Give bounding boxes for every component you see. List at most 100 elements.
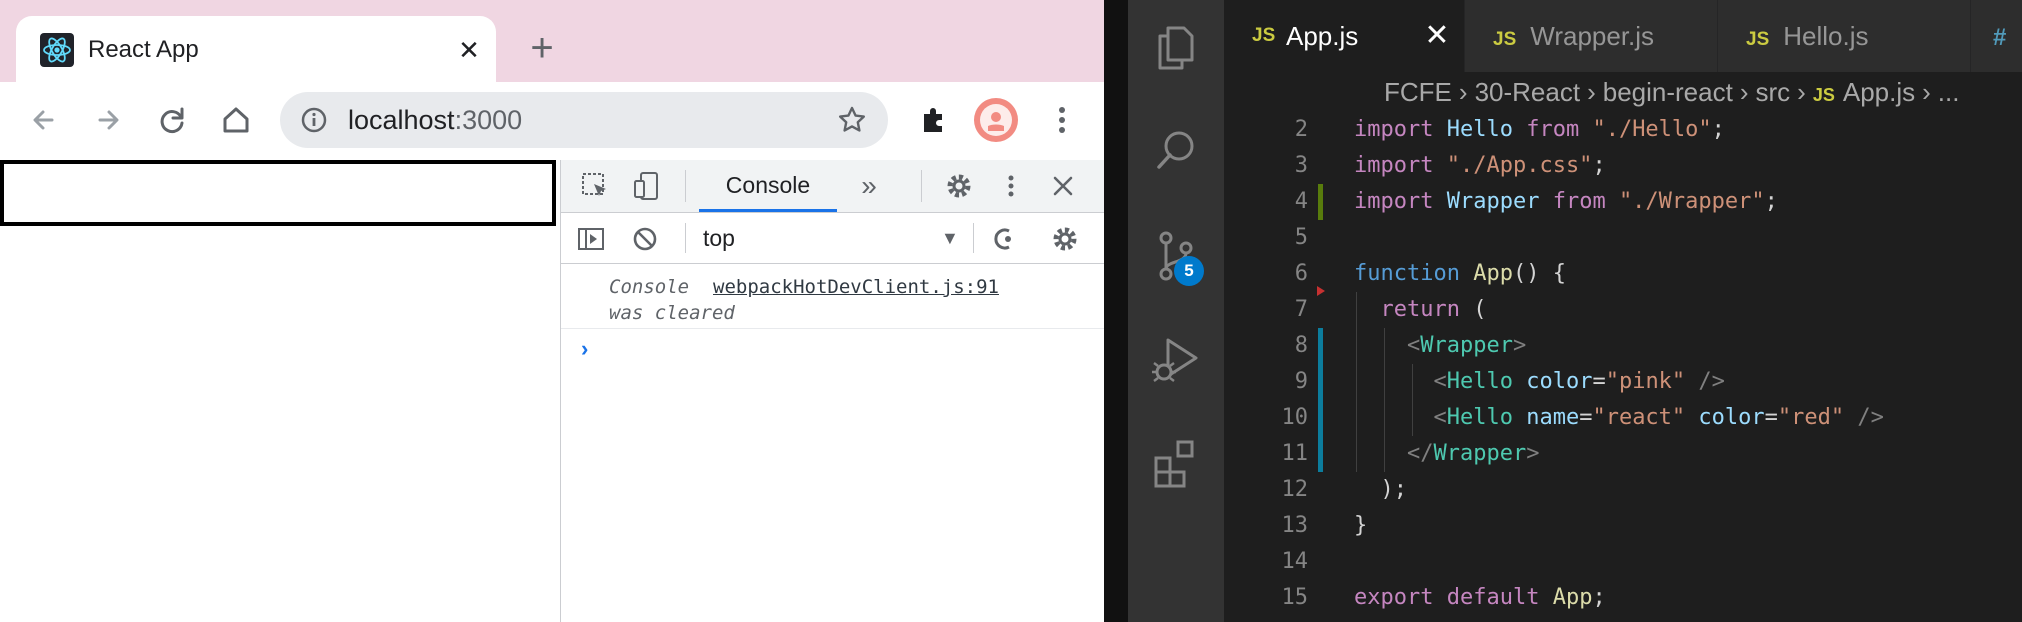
activity-bar: 5	[1128, 0, 1224, 622]
token: "pink"	[1605, 369, 1686, 394]
line-number: 11	[1281, 441, 1309, 466]
reload-icon[interactable]	[150, 98, 194, 142]
tab-label: App.js	[1286, 21, 1359, 51]
profile-avatar[interactable]	[972, 96, 1020, 144]
line-number: 7	[1294, 297, 1308, 322]
chevron-right-icon: ›	[1458, 77, 1468, 107]
breadcrumb-item[interactable]: 30-React	[1475, 77, 1581, 107]
info-icon[interactable]	[300, 106, 328, 134]
line-number: 13	[1281, 513, 1309, 538]
token: =	[1579, 405, 1593, 430]
token: >	[1512, 333, 1527, 358]
code-editor[interactable]: 2 import Hello from "./Hello"; 3 import …	[1224, 112, 2022, 622]
token: import	[1354, 189, 1434, 214]
settings-gear-icon[interactable]	[943, 170, 975, 202]
tab-close-icon[interactable]: ✕	[452, 33, 486, 67]
token: () {	[1512, 261, 1566, 286]
clear-console-icon[interactable]	[629, 223, 661, 255]
breadcrumb-item[interactable]: ...	[1938, 77, 1960, 107]
token: <	[1433, 369, 1447, 394]
console-prompt-icon[interactable]: ›	[581, 336, 588, 362]
token: ;	[1592, 585, 1606, 610]
tab-hello-js[interactable]: JS Hello.js	[1718, 0, 1970, 72]
url-text: localhost:3000	[348, 92, 522, 148]
page-viewport	[0, 160, 560, 622]
console-suffix: was cleared	[609, 302, 735, 324]
token: Wrapper	[1420, 333, 1513, 358]
tab-css-file[interactable]: #	[1971, 0, 2022, 72]
home-icon[interactable]	[214, 98, 258, 142]
device-toolbar-icon[interactable]	[631, 170, 663, 202]
wrapper-box	[0, 160, 556, 226]
token: Hello	[1446, 117, 1513, 142]
line-number: 2	[1294, 117, 1308, 142]
close-tab-icon[interactable]: ✕	[1422, 0, 1452, 72]
url-host: localhost	[348, 105, 455, 135]
breadcrumb-path: FCFE › 30-React › begin-react › src › JS App.js ›.…	[1384, 72, 1959, 115]
breadcrumb-item[interactable]: FCFE	[1384, 77, 1452, 107]
token: "./Wrapper"	[1618, 189, 1765, 214]
forward-icon[interactable]	[86, 98, 130, 142]
chevron-right-icon: ›	[1797, 77, 1806, 107]
explorer-files-icon[interactable]	[1146, 18, 1206, 78]
code-line: 11 </Wrapper>	[1224, 436, 2022, 472]
tab-console[interactable]: Console	[699, 160, 837, 212]
token: color	[1526, 369, 1593, 394]
browser-toolbar: localhost:3000	[0, 82, 1104, 161]
tab-wrapper-js[interactable]: JS Wrapper.js	[1465, 0, 1717, 72]
back-icon[interactable]	[22, 98, 66, 142]
toolbar-divider	[973, 223, 974, 253]
devtools-menu-icon[interactable]	[995, 170, 1027, 202]
token: =	[1764, 405, 1778, 430]
line-number: 6	[1294, 261, 1308, 286]
extensions-icon[interactable]	[912, 98, 956, 142]
token: ;	[1764, 189, 1778, 214]
breadcrumb-item[interactable]: src	[1755, 77, 1790, 107]
inspect-element-icon[interactable]	[579, 170, 611, 202]
line-number: 3	[1294, 153, 1308, 178]
token: name	[1526, 405, 1580, 430]
tab-app-js[interactable]: JS App.js ✕	[1224, 0, 1464, 72]
code-line: 4 import Wrapper from "./Wrapper";	[1224, 184, 2022, 220]
js-file-icon: JS	[1252, 25, 1276, 46]
code-line: 10 <Hello name="react" color="red" />	[1224, 400, 2022, 436]
breadcrumb-item[interactable]: begin-react	[1603, 77, 1733, 107]
close-devtools-icon[interactable]	[1047, 170, 1079, 202]
token: </	[1406, 441, 1434, 466]
search-icon[interactable]	[1146, 120, 1206, 180]
line-number: 8	[1294, 333, 1308, 358]
breadcrumb-item[interactable]: App.js	[1843, 77, 1915, 107]
token: "react"	[1592, 405, 1686, 430]
window-gap	[1104, 0, 1128, 622]
run-debug-icon[interactable]	[1146, 330, 1206, 390]
token: />	[1685, 369, 1725, 394]
line-number: 5	[1294, 225, 1308, 250]
js-file-icon: JS	[1812, 85, 1835, 105]
live-expression-icon[interactable]	[987, 223, 1019, 255]
line-number: 4	[1294, 189, 1308, 214]
new-tab-button[interactable]: +	[522, 28, 562, 68]
address-bar[interactable]: localhost:3000	[280, 92, 888, 148]
line-number: 14	[1281, 549, 1309, 574]
star-icon[interactable]	[836, 104, 868, 136]
browser-tab[interactable]: React App ✕	[16, 16, 496, 82]
console-settings-gear-icon[interactable]	[1049, 223, 1081, 255]
token: Wrapper	[1446, 189, 1540, 214]
token: >	[1526, 441, 1540, 466]
extensions-icon[interactable]	[1146, 434, 1206, 494]
line-number: 12	[1281, 477, 1309, 502]
tab-strip: React App ✕ +	[0, 0, 1104, 82]
more-tabs-icon[interactable]: »	[851, 168, 887, 204]
token: (	[1459, 297, 1487, 322]
sidebar-toggle-icon[interactable]	[575, 223, 607, 255]
dropdown-caret-icon[interactable]: ▼	[941, 228, 959, 249]
js-file-icon: JS	[1746, 29, 1770, 50]
css-file-icon: #	[1993, 24, 2007, 51]
token: =	[1592, 369, 1606, 394]
console-source-link[interactable]: webpackHotDevClient.js:91	[713, 274, 999, 300]
menu-icon[interactable]	[1040, 98, 1084, 142]
line-number: 9	[1294, 369, 1308, 394]
toolbar-divider	[685, 170, 686, 202]
context-selector[interactable]: top	[703, 213, 735, 263]
console-toolbar: top ▼	[561, 213, 1104, 264]
